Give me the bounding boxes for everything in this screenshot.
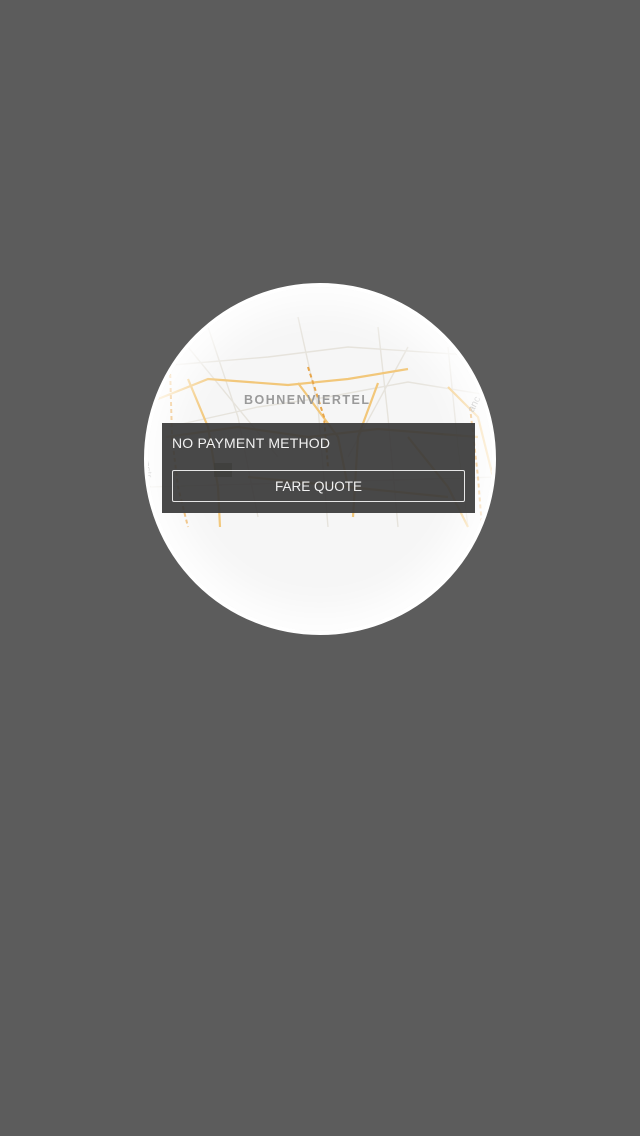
no-payment-method-label: NO PAYMENT METHOD bbox=[172, 435, 331, 451]
district-label: BOHNENVIERTEL bbox=[244, 393, 371, 407]
fare-quote-button[interactable]: FARE QUOTE bbox=[172, 470, 465, 502]
payment-panel: NO PAYMENT METHOD FARE QUOTE bbox=[162, 423, 475, 513]
screen: BOHNENVIERTEL enstr anc NO PAYMENT METHO… bbox=[0, 0, 640, 1136]
